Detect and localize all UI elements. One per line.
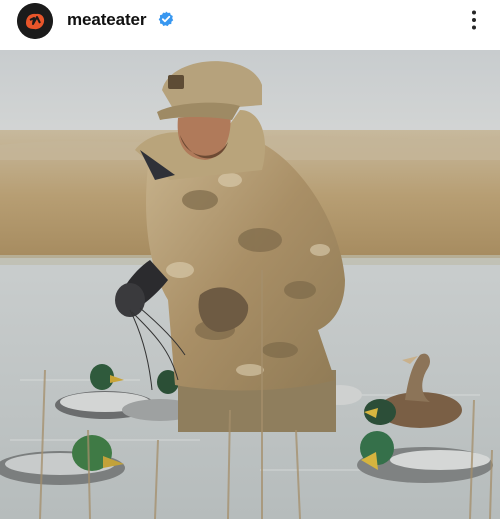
hunter-photo-illustration	[0, 50, 500, 519]
username[interactable]: meateater	[67, 9, 147, 31]
meateater-logo-icon	[17, 3, 53, 39]
verified-badge-icon	[158, 11, 174, 27]
post-photo[interactable]	[0, 50, 500, 519]
post-header: meateater	[0, 0, 500, 50]
profile-avatar[interactable]	[17, 3, 53, 39]
more-options-icon[interactable]	[462, 8, 486, 32]
